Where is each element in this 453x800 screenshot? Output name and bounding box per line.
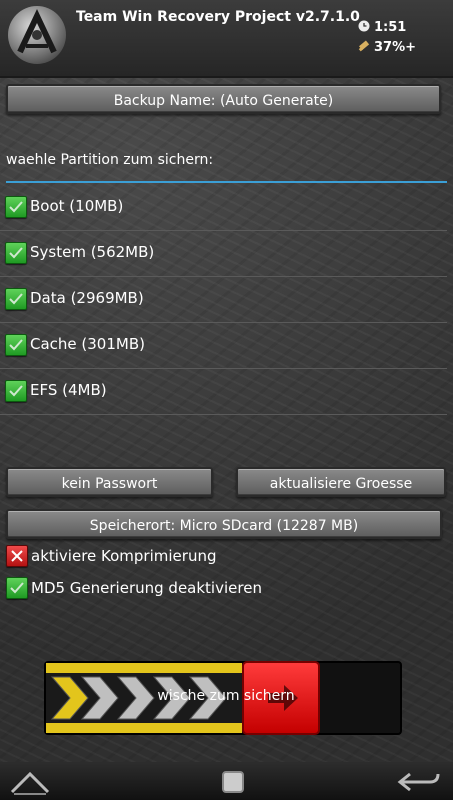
time-text: 1:51 bbox=[374, 20, 407, 35]
option-label: aktiviere Komprimierung bbox=[31, 547, 217, 565]
storage-location-label: Speicherort: Micro SDcard (12287 MB) bbox=[89, 518, 359, 534]
checkbox-checked-icon[interactable] bbox=[5, 288, 27, 310]
battery-icon bbox=[358, 40, 370, 52]
back-arrow-icon[interactable] bbox=[396, 768, 442, 796]
checkbox-checked-icon[interactable] bbox=[5, 196, 27, 218]
partition-label: Data (2969MB) bbox=[30, 289, 144, 307]
compression-option[interactable]: aktiviere Komprimierung bbox=[0, 543, 447, 569]
partition-label: Boot (10MB) bbox=[30, 197, 124, 215]
battery-text: 37%+ bbox=[374, 40, 417, 55]
prompt-divider bbox=[6, 181, 447, 183]
partition-row-system[interactable]: System (562MB) bbox=[0, 230, 447, 277]
battery-status: 37%+ bbox=[358, 40, 416, 55]
slider-label: wische zum sichern bbox=[157, 688, 295, 704]
app-title: Team Win Recovery Project v2.7.1.0 bbox=[76, 9, 360, 25]
square-icon[interactable] bbox=[218, 768, 248, 796]
refresh-size-button[interactable]: aktualisiere Groesse bbox=[236, 467, 446, 497]
storage-location-button[interactable]: Speicherort: Micro SDcard (12287 MB) bbox=[6, 509, 442, 539]
backup-name-button[interactable]: Backup Name: (Auto Generate) bbox=[6, 84, 441, 114]
home-icon[interactable] bbox=[8, 768, 52, 796]
swipe-slider[interactable]: wische zum sichern bbox=[44, 661, 402, 735]
clock-status: 1:51 bbox=[358, 20, 406, 35]
header-bar: Team Win Recovery Project v2.7.1.0 1:51 … bbox=[0, 0, 453, 78]
navigation-bar bbox=[0, 762, 453, 800]
checkbox-unchecked-icon[interactable] bbox=[6, 545, 28, 567]
partition-row-boot[interactable]: Boot (10MB) bbox=[0, 184, 447, 231]
option-label: MD5 Generierung deaktivieren bbox=[31, 579, 262, 597]
password-button[interactable]: kein Passwort bbox=[6, 467, 213, 497]
checkbox-checked-icon[interactable] bbox=[5, 380, 27, 402]
partition-row-efs[interactable]: EFS (4MB) bbox=[0, 368, 447, 415]
partition-label: System (562MB) bbox=[30, 243, 155, 261]
twrp-logo-icon bbox=[8, 6, 66, 64]
md5-option[interactable]: MD5 Generierung deaktivieren bbox=[0, 575, 447, 601]
partition-label: Cache (301MB) bbox=[30, 335, 145, 353]
partition-label: EFS (4MB) bbox=[30, 381, 107, 399]
checkbox-checked-icon[interactable] bbox=[5, 334, 27, 356]
backup-name-label: Backup Name: (Auto Generate) bbox=[113, 93, 334, 109]
checkbox-checked-icon[interactable] bbox=[6, 577, 28, 599]
partition-prompt: waehle Partition zum sichern: bbox=[6, 152, 214, 168]
checkbox-checked-icon[interactable] bbox=[5, 242, 27, 264]
partition-row-cache[interactable]: Cache (301MB) bbox=[0, 322, 447, 369]
partition-row-data[interactable]: Data (2969MB) bbox=[0, 276, 447, 323]
password-label: kein Passwort bbox=[61, 476, 158, 492]
refresh-size-label: aktualisiere Groesse bbox=[269, 476, 413, 492]
clock-icon bbox=[358, 20, 370, 32]
